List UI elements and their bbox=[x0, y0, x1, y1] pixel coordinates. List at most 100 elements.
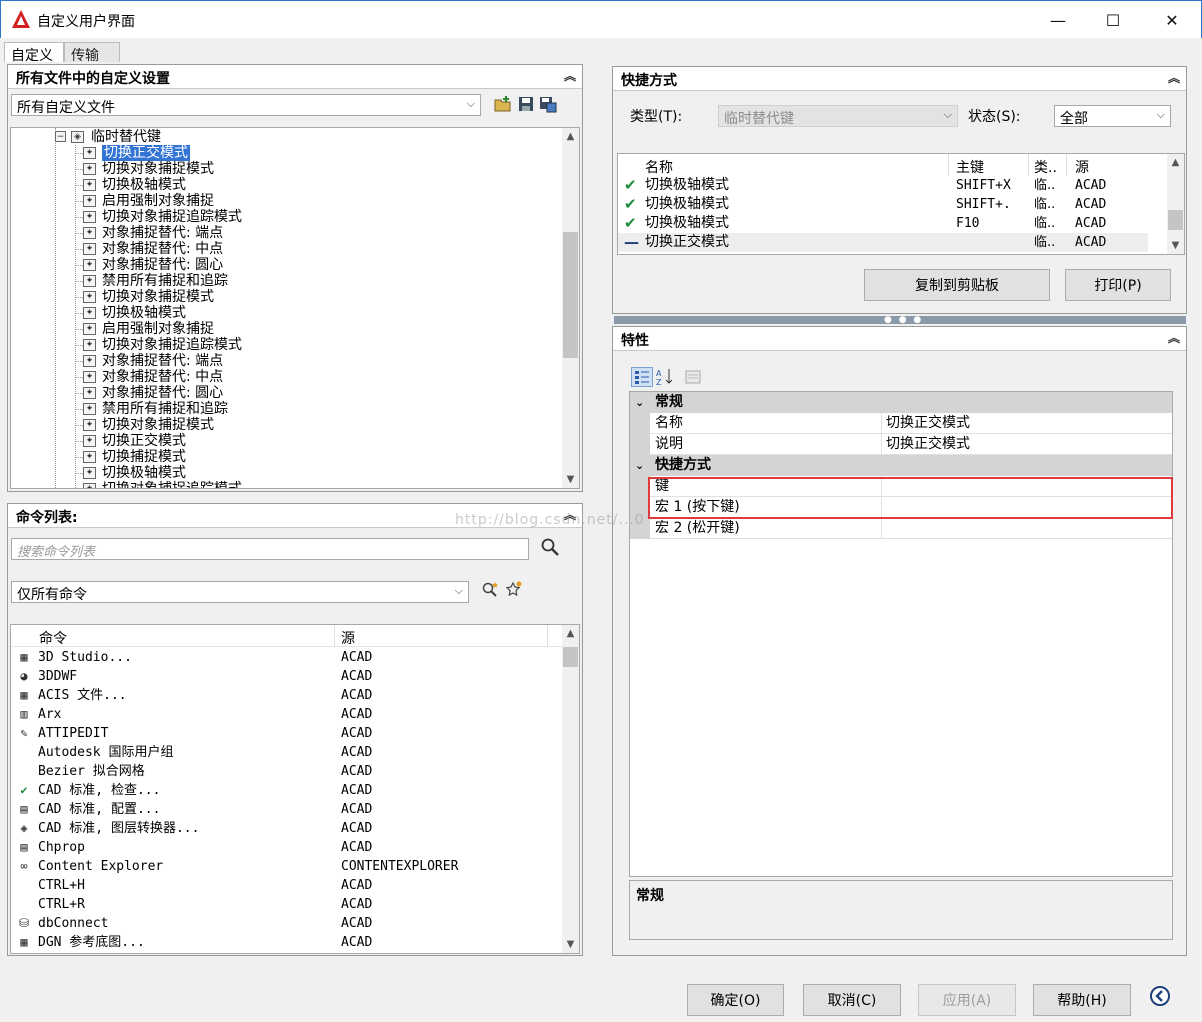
scroll-down-icon[interactable]: ▼ bbox=[562, 936, 579, 953]
shortcut-row[interactable]: — 切换正交模式 临.. ACAD bbox=[618, 233, 1148, 252]
categorized-icon[interactable] bbox=[631, 367, 653, 387]
shortcuts-scrollbar[interactable]: ▲ ▼ bbox=[1167, 154, 1184, 254]
description-box-title: 常规 bbox=[636, 888, 664, 904]
customization-tree[interactable]: − ◈ 临时替代键 ✦ 切换正交模式 ✦ 切换对象捕捉模式 ✦ 切换极轴模式 ✦ 启用强制对象… bbox=[10, 127, 580, 489]
property-description-value[interactable]: 切换正交模式 bbox=[886, 434, 970, 455]
column-header-name[interactable]: 名称 bbox=[645, 157, 673, 177]
command-row[interactable]: ⛁ dbConnect ACAD bbox=[11, 914, 563, 933]
scroll-thumb[interactable] bbox=[563, 647, 578, 667]
scroll-down-icon[interactable]: ▼ bbox=[562, 471, 579, 488]
command-row[interactable]: Autodesk 国际用户组 ACAD bbox=[11, 743, 563, 762]
tab-transfer[interactable]: 传输 bbox=[64, 42, 120, 64]
search-icon[interactable] bbox=[540, 537, 560, 557]
column-header-command[interactable]: 命令 bbox=[39, 628, 67, 648]
tree-connector bbox=[75, 361, 83, 362]
collapse-icon[interactable]: ︽ bbox=[1168, 69, 1180, 86]
collapse-left-icon[interactable] bbox=[1149, 985, 1171, 1007]
properties-panel: 特性 ︽ AZ ⌄ 常规 名称 切换正交模式 说明 切换正交模式 ⌄ 快捷方式 bbox=[612, 326, 1187, 956]
tree-item-label: 对象捕捉替代: 圆心 bbox=[102, 257, 224, 273]
scroll-thumb[interactable] bbox=[563, 232, 578, 358]
collapse-icon[interactable]: ︽ bbox=[564, 67, 576, 84]
save-as-icon[interactable] bbox=[539, 95, 557, 113]
command-search-input[interactable]: 搜索命令列表 bbox=[11, 538, 529, 560]
command-row[interactable]: ▦ DGN 参考底图... ACAD bbox=[11, 933, 563, 952]
properties-panel-title: 特性 bbox=[621, 333, 649, 349]
print-button[interactable]: 打印(P) bbox=[1065, 269, 1171, 301]
column-header-type[interactable]: 类.. bbox=[1034, 157, 1057, 177]
command-row[interactable]: ▤ CAD 标准, 配置... ACAD bbox=[11, 800, 563, 819]
category-general[interactable]: ⌄ 常规 bbox=[630, 392, 1172, 413]
command-row[interactable]: ▦ 3D Studio... ACAD bbox=[11, 648, 563, 667]
collapse-box-icon[interactable]: − bbox=[55, 131, 66, 142]
alphabetical-sort-icon[interactable]: AZ bbox=[655, 367, 677, 387]
command-row[interactable]: ✎ ATTIPEDIT ACAD bbox=[11, 724, 563, 743]
shortcut-type: 临.. bbox=[1034, 197, 1056, 212]
command-row[interactable]: ▤ Chprop ACAD bbox=[11, 838, 563, 857]
cancel-button[interactable]: 取消(C) bbox=[803, 984, 901, 1016]
shortcut-row[interactable]: ✔ 切换极轴模式 SHIFT+X 临.. ACAD bbox=[618, 176, 1148, 195]
command-icon: ✎ bbox=[20, 726, 28, 740]
svg-text:Z: Z bbox=[656, 378, 662, 387]
scroll-up-icon[interactable]: ▲ bbox=[562, 128, 579, 145]
minimize-button[interactable]: — bbox=[1035, 1, 1081, 39]
tree-connector bbox=[75, 393, 83, 394]
chevron-down-icon[interactable]: ⌄ bbox=[635, 455, 644, 476]
close-button[interactable]: ✕ bbox=[1149, 1, 1195, 39]
customization-file-combo[interactable]: 所有自定义文件 ⌵ bbox=[11, 94, 481, 116]
command-row[interactable]: ▥ Arx ACAD bbox=[11, 705, 563, 724]
command-row[interactable]: CTRL+R ACAD bbox=[11, 895, 563, 914]
chevron-down-icon[interactable]: ⌄ bbox=[635, 392, 644, 413]
command-row[interactable]: ▦ ACIS 文件... ACAD bbox=[11, 686, 563, 705]
column-header-key[interactable]: 主键 bbox=[956, 157, 984, 177]
property-row-name[interactable]: 名称 切换正交模式 bbox=[630, 413, 1172, 434]
command-name: ATTIPEDIT bbox=[38, 726, 109, 741]
shortcut-key-icon: ✦ bbox=[83, 355, 96, 367]
scroll-down-icon[interactable]: ▼ bbox=[1167, 237, 1184, 254]
command-icon bbox=[16, 878, 32, 893]
command-name: CAD 标准, 检查... bbox=[38, 783, 161, 798]
status-label: 状态(S): bbox=[968, 109, 1021, 125]
property-row-description[interactable]: 说明 切换正交模式 bbox=[630, 434, 1172, 455]
command-filter-combo[interactable]: 仅所有命令 ⌵ bbox=[11, 581, 469, 603]
property-row-macro2[interactable]: 宏 2 (松开键) bbox=[630, 518, 1172, 539]
shortcut-row[interactable]: ✔ 切换极轴模式 F10 临.. ACAD bbox=[618, 214, 1148, 233]
shortcuts-panel-header: 快捷方式 ︽ bbox=[613, 67, 1186, 91]
command-row[interactable]: ◕ 3DDWF ACAD bbox=[11, 667, 563, 686]
maximize-button[interactable]: ☐ bbox=[1090, 1, 1136, 39]
open-file-icon[interactable] bbox=[494, 95, 512, 113]
property-pages-icon bbox=[683, 367, 705, 387]
command-scrollbar[interactable]: ▲ ▼ bbox=[562, 625, 579, 953]
collapse-icon[interactable]: ︽ bbox=[1168, 329, 1180, 346]
scroll-up-icon[interactable]: ▲ bbox=[562, 625, 579, 642]
command-row[interactable]: ✔ CAD 标准, 检查... ACAD bbox=[11, 781, 563, 800]
tree-item-label: 禁用所有捕捉和追踪 bbox=[102, 401, 228, 417]
tree-item-label: 切换对象捕捉模式 bbox=[102, 161, 214, 177]
command-row[interactable]: ∞ Content Explorer CONTENTEXPLORER bbox=[11, 857, 563, 876]
column-header-source[interactable]: 源 bbox=[1075, 157, 1089, 177]
save-icon[interactable] bbox=[517, 95, 535, 113]
category-shortcut[interactable]: ⌄ 快捷方式 bbox=[630, 455, 1172, 476]
command-row[interactable]: CTRL+H ACAD bbox=[11, 876, 563, 895]
shortcut-name: 切换极轴模式 bbox=[645, 177, 729, 193]
command-row[interactable]: Bezier 拟合网格 ACAD bbox=[11, 762, 563, 781]
property-name-value[interactable]: 切换正交模式 bbox=[886, 413, 970, 434]
shortcuts-table: 名称 主键 类.. 源 ✔ 切换极轴模式 SHIFT+X 临.. ACAD ✔ 切换极轴模式… bbox=[617, 153, 1185, 255]
status-combo[interactable]: 全部 ⌵ bbox=[1054, 105, 1171, 127]
command-row[interactable]: ◈ CAD 标准, 图层转换器... ACAD bbox=[11, 819, 563, 838]
check-icon: ✔ bbox=[624, 176, 637, 194]
scroll-thumb[interactable] bbox=[1168, 210, 1183, 230]
tree-line bbox=[55, 128, 56, 488]
tab-customize[interactable]: 自定义 bbox=[4, 42, 64, 64]
copy-to-clipboard-button[interactable]: 复制到剪贴板 bbox=[864, 269, 1050, 301]
new-command-icon[interactable] bbox=[505, 581, 523, 599]
column-divider bbox=[1066, 154, 1067, 176]
find-command-icon[interactable] bbox=[481, 581, 499, 599]
panel-splitter[interactable]: ● ● ● bbox=[614, 316, 1186, 325]
ok-button[interactable]: 确定(O) bbox=[687, 984, 784, 1016]
column-header-source[interactable]: 源 bbox=[341, 628, 355, 648]
shortcut-row[interactable]: ✔ 切换极轴模式 SHIFT+. 临.. ACAD bbox=[618, 195, 1148, 214]
tree-scrollbar[interactable]: ▲ ▼ bbox=[562, 128, 579, 488]
command-name: ACIS 文件... bbox=[38, 688, 127, 703]
scroll-up-icon[interactable]: ▲ bbox=[1167, 154, 1184, 171]
help-button[interactable]: 帮助(H) bbox=[1033, 984, 1131, 1016]
